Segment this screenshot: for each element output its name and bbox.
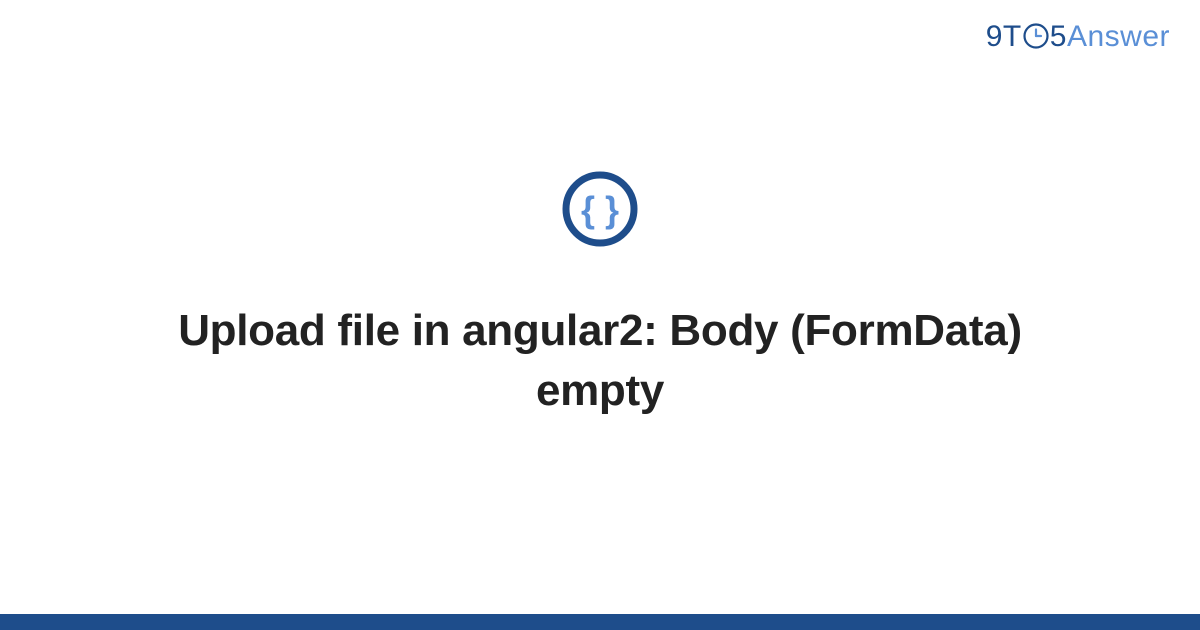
svg-text:{ }: { } [581, 189, 619, 230]
page-title: Upload file in angular2: Body (FormData)… [150, 301, 1050, 420]
main-content: { } Upload file in angular2: Body (FormD… [0, 0, 1200, 630]
footer-accent-bar [0, 614, 1200, 630]
code-braces-icon: { } [561, 170, 639, 253]
